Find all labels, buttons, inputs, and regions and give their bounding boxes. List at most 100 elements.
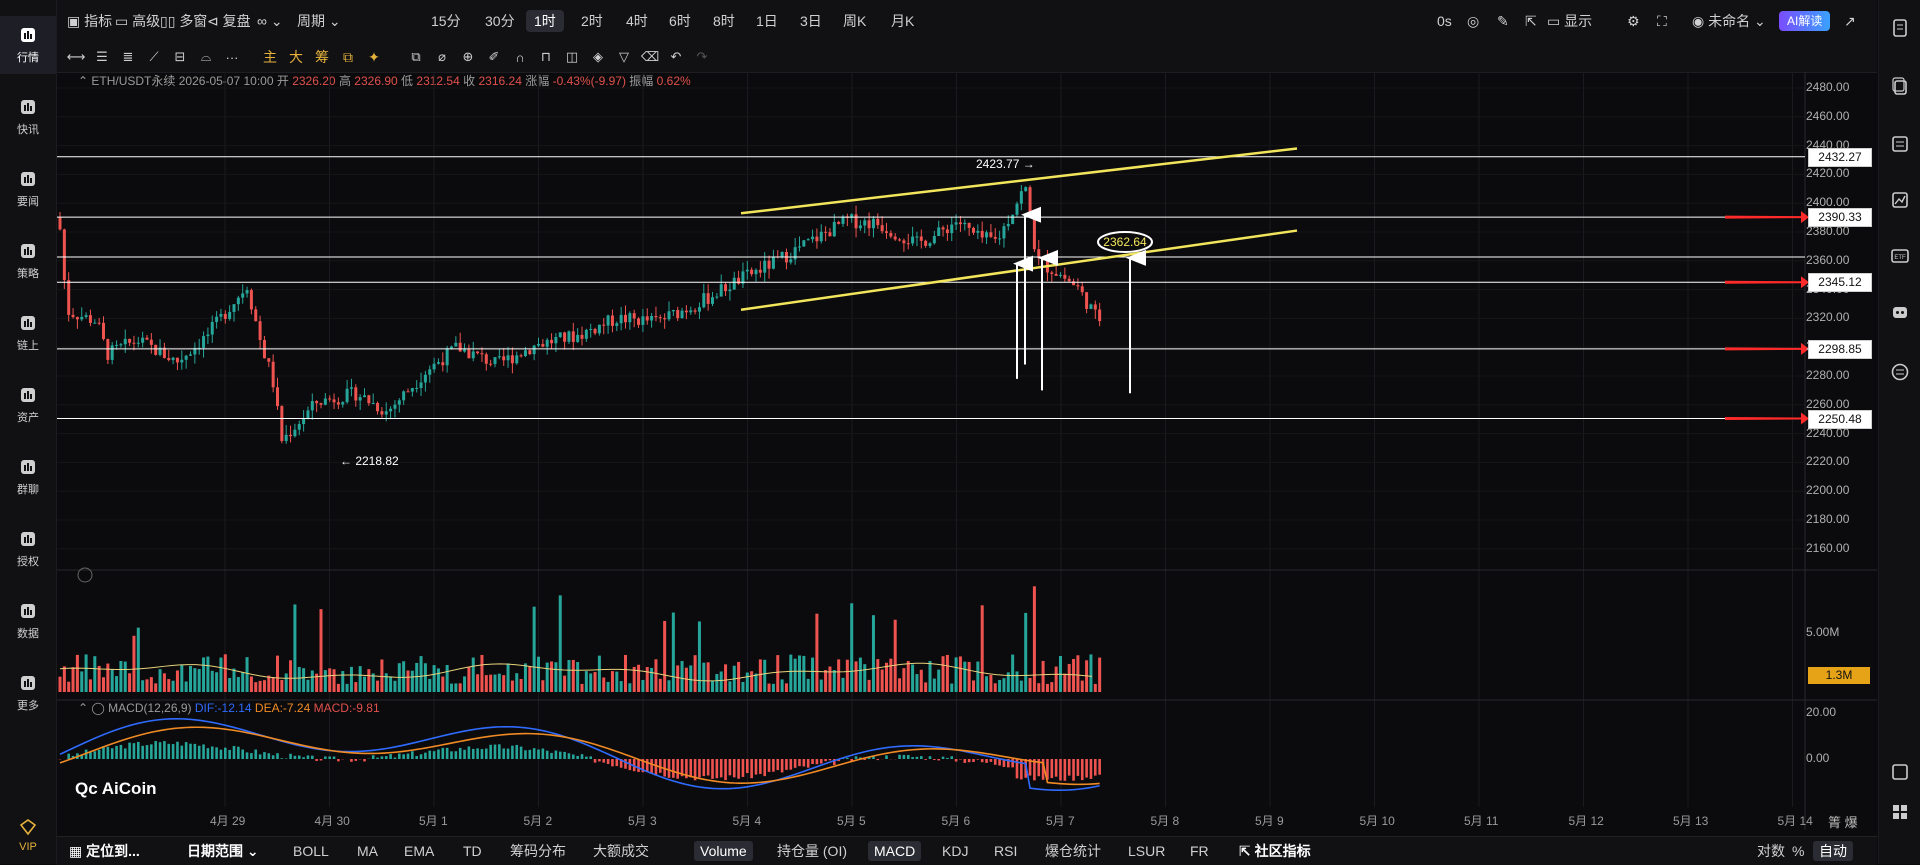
brush-icon[interactable]: ✐ [485, 48, 503, 66]
sub-indicator-tab-7[interactable]: FR [1190, 841, 1209, 861]
timeframe-tab-0[interactable]: 15分 [431, 10, 461, 32]
price-level-tag[interactable]: 2250.48 [1808, 410, 1872, 429]
timeframe-tab-5[interactable]: 6时 [669, 10, 691, 32]
locate-button[interactable]: ▦ 定位到... [69, 841, 140, 861]
price-level-tag[interactable]: 2345.12 [1808, 273, 1872, 292]
channel-tool-icon[interactable]: ≣ [119, 48, 137, 66]
log-toggle[interactable]: 对数 [1757, 841, 1785, 861]
pattern-tool-icon[interactable]: ⌓ [197, 48, 215, 66]
price-level-tag[interactable]: 2298.85 [1808, 340, 1872, 359]
settings-icon[interactable]: ⚙ [1627, 10, 1640, 32]
zoom-icon[interactable]: ⊕ [459, 48, 477, 66]
sub-indicator-tab-5[interactable]: 爆仓统计 [1045, 841, 1101, 861]
loop-button[interactable]: ∞ ⌄ [257, 10, 283, 32]
list-icon[interactable] [1890, 134, 1910, 154]
main-indicator-tab-3[interactable]: TD [463, 841, 482, 861]
main-chart-toggle[interactable]: 主 [261, 48, 279, 66]
camera-icon[interactable]: ◎ [1467, 10, 1479, 32]
timeframe-tab-10[interactable]: 月K [891, 10, 914, 32]
sidebar-item-6[interactable]: 群聊 [0, 448, 56, 506]
hline-tool-icon[interactable]: ☰ [93, 48, 111, 66]
price-level-tag[interactable]: 2390.33 [1808, 208, 1872, 227]
copy-icon[interactable] [1890, 76, 1910, 96]
main-indicator-tab-4[interactable]: 筹码分布 [510, 841, 566, 861]
trash-icon[interactable]: ⌫ [641, 48, 659, 66]
layers-icon[interactable] [1890, 762, 1910, 782]
fullscreen-icon[interactable]: ⛶ [1657, 10, 1667, 32]
sidebar-item-5[interactable]: 资产 [0, 376, 56, 434]
ruler-icon[interactable]: ⌀ [433, 48, 451, 66]
timeframe-tab-9[interactable]: 周K [843, 10, 866, 32]
magic-icon[interactable]: ✦ [365, 48, 383, 66]
main-indicator-tab-2[interactable]: EMA [404, 841, 434, 861]
filter-icon[interactable]: ▽ [615, 48, 633, 66]
candle-body [337, 402, 340, 404]
more-tools-icon[interactable]: ··· [223, 48, 241, 66]
timeframe-tab-7[interactable]: 1日 [756, 10, 778, 32]
expand-icon[interactable]: ↗ [1844, 10, 1856, 32]
advanced-button[interactable]: ▭ 高级 [115, 10, 160, 32]
sub-indicator-tab-6[interactable]: LSUR [1128, 841, 1165, 861]
timeframe-tab-3[interactable]: 2时 [581, 10, 603, 32]
lock-icon[interactable]: ⊓ [537, 48, 555, 66]
sidebar-item-0[interactable]: 行情 [0, 16, 56, 74]
sidebar-item-4[interactable]: 链上 [0, 304, 56, 362]
sidebar-item-1[interactable]: 快讯 [0, 88, 56, 146]
robot-icon[interactable] [1890, 302, 1910, 322]
copy-icon[interactable]: ⧉ [407, 48, 425, 66]
document-icon[interactable] [1890, 18, 1910, 38]
sidebar-item-2[interactable]: 要闻 [0, 160, 56, 218]
tag-icon[interactable]: ◈ [589, 48, 607, 66]
price-chart[interactable]: 2423.77 → ← 2218.82 2362.64 Qc AiCoin [57, 72, 1877, 830]
chart-icon[interactable] [1890, 190, 1910, 210]
eye-icon[interactable]: ◫ [563, 48, 581, 66]
trend-tool-icon[interactable]: ⟋ [145, 48, 163, 66]
sub-indicator-tab-4[interactable]: RSI [994, 841, 1017, 861]
price-level-tag[interactable]: 2432.27 [1808, 148, 1872, 167]
sub-indicator-tab-2[interactable]: MACD [868, 841, 921, 861]
line-tool-icon[interactable]: ⟷ [67, 48, 85, 66]
macd-histogram-bar [568, 753, 571, 759]
multi-window-button[interactable]: ▯▯ 多窗 [160, 10, 207, 32]
pen-icon[interactable]: ✎ [1497, 10, 1509, 32]
sidebar-item-10[interactable]: VIP [0, 806, 56, 864]
percent-toggle[interactable]: % [1792, 841, 1804, 861]
magnet-icon[interactable]: ∩ [511, 48, 529, 66]
timeframe-tab-6[interactable]: 8时 [713, 10, 735, 32]
indicator-icon[interactable]: ⧉ [339, 48, 357, 66]
main-indicator-tab-1[interactable]: MA [357, 841, 378, 861]
ai-interpret-button[interactable]: AI解读 [1779, 11, 1830, 31]
grid-icon[interactable] [1890, 802, 1910, 822]
sidebar-item-8[interactable]: 数据 [0, 592, 56, 650]
period-dropdown[interactable]: 周期 ⌄ [297, 10, 341, 32]
sub-indicator-tab-3[interactable]: KDJ [942, 841, 968, 861]
macd-collapse-icon[interactable]: ⌃ ◯ [78, 701, 108, 715]
timeframe-tab-4[interactable]: 4时 [626, 10, 648, 32]
date-range-dropdown[interactable]: 日期范围 ⌄ [187, 841, 259, 861]
timeframe-tab-2[interactable]: 1时 [526, 10, 564, 32]
display-button[interactable]: ▭ 显示 [1547, 10, 1592, 32]
fib-tool-icon[interactable]: ⊟ [171, 48, 189, 66]
chip-toggle[interactable]: 筹 [313, 48, 331, 66]
community-indicator-button[interactable]: ⇱ 社区指标 [1239, 841, 1311, 861]
big-order-toggle[interactable]: 大 [287, 48, 305, 66]
timeframe-tab-8[interactable]: 3日 [800, 10, 822, 32]
indicator-button[interactable]: ▣ 指标 [67, 10, 112, 32]
redo-icon[interactable]: ↷ [693, 48, 711, 66]
exchange-icon[interactable] [1890, 362, 1910, 382]
main-indicator-tab-0[interactable]: BOLL [293, 841, 329, 861]
replay-button[interactable]: ⊲ 复盘 [207, 10, 251, 32]
sub-indicator-tab-1[interactable]: 持仓量 (OI) [777, 841, 847, 861]
sidebar-item-9[interactable]: 更多 [0, 664, 56, 722]
layout-dropdown[interactable]: ◉ 未命名 ⌄ [1692, 10, 1766, 32]
auto-toggle[interactable]: 自动 [1813, 841, 1853, 861]
sidebar-item-7[interactable]: 授权 [0, 520, 56, 578]
sub-indicator-tab-0[interactable]: Volume [694, 841, 753, 861]
etf-icon[interactable]: ETF [1890, 246, 1910, 266]
main-indicator-tab-5[interactable]: 大额成交 [593, 841, 649, 861]
candle-body [98, 323, 101, 324]
share-icon[interactable]: ⇱ [1525, 10, 1537, 32]
sidebar-item-3[interactable]: 策略 [0, 232, 56, 290]
timeframe-tab-1[interactable]: 30分 [485, 10, 515, 32]
undo-icon[interactable]: ↶ [667, 48, 685, 66]
